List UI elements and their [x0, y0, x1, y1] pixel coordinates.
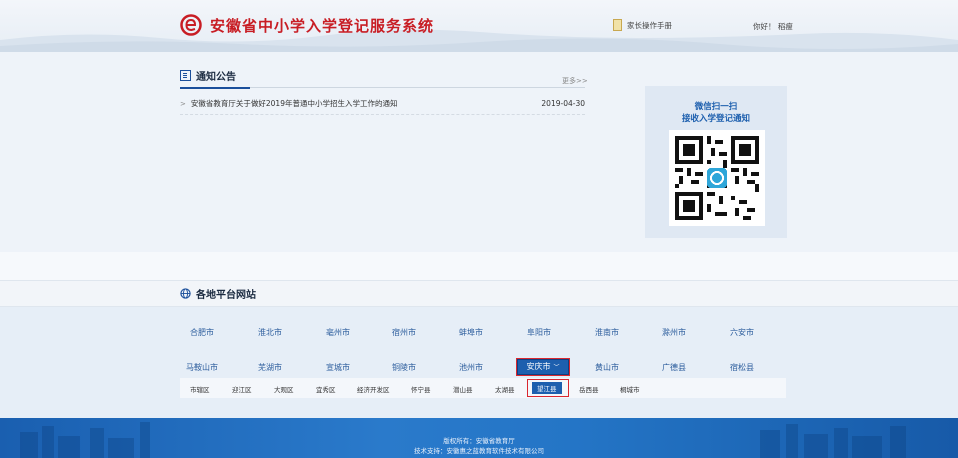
- page-footer: 版权所有：安徽省教育厅 技术支持：安徽惠之蓝教育软件技术有限公司: [0, 418, 958, 458]
- notice-divider: [180, 86, 585, 89]
- parent-manual-label: 家长操作手册: [627, 20, 672, 30]
- notice-item-divider: [180, 114, 585, 115]
- district-link[interactable]: 宜秀区: [316, 384, 336, 394]
- city-link[interactable]: 宿松县: [708, 362, 776, 373]
- user-greeting[interactable]: 你好！ 稻瘦: [753, 21, 793, 32]
- notice-list-item[interactable]: > 安徽省教育厅关于做好2019年普通中小学招生入学工作的通知 2019-04-…: [180, 98, 585, 109]
- qr-code-icon: [675, 136, 759, 220]
- city-links-area: 合肥市 淮北市 亳州市 宿州市 蚌埠市 阜阳市 淮南市 滁州市 六安市 马鞍山市…: [0, 307, 958, 418]
- city-link[interactable]: 亳州市: [304, 327, 372, 338]
- logo-e-icon: [180, 14, 202, 36]
- district-link[interactable]: 潜山县: [453, 384, 473, 394]
- district-bar: [180, 378, 786, 398]
- city-link[interactable]: 马鞍山市: [168, 362, 236, 373]
- city-link-selected[interactable]: 安庆市: [517, 359, 569, 375]
- city-link[interactable]: 池州市: [437, 362, 505, 373]
- city-link[interactable]: 宣城市: [304, 362, 372, 373]
- notice-heading: 通知公告: [180, 68, 236, 83]
- wechat-qr-card: 微信扫一扫 接收入学登记通知: [645, 86, 787, 238]
- spacer-band: [0, 252, 958, 280]
- wechat-scan-subtitle: 接收入学登记通知: [681, 114, 750, 124]
- city-link[interactable]: 广德县: [640, 362, 708, 373]
- notice-more-link[interactable]: 更多>>: [562, 76, 588, 86]
- district-link-selected[interactable]: 望江县: [532, 382, 562, 394]
- district-link[interactable]: 太湖县: [495, 384, 515, 394]
- globe-icon: [180, 288, 191, 299]
- district-link[interactable]: 迎江区: [232, 384, 252, 394]
- city-link[interactable]: 六安市: [708, 327, 776, 338]
- city-link[interactable]: 滁州市: [640, 327, 708, 338]
- district-link[interactable]: 岳西县: [579, 384, 599, 394]
- city-link[interactable]: 淮南市: [573, 327, 641, 338]
- district-link[interactable]: 怀宁县: [411, 384, 431, 394]
- wechat-scan-title: 微信扫一扫: [694, 102, 738, 112]
- notice-title: 通知公告: [196, 72, 236, 83]
- district-link[interactable]: 桐城市: [620, 384, 640, 394]
- city-link[interactable]: 蚌埠市: [437, 327, 505, 338]
- notice-list-icon: [180, 70, 191, 81]
- city-link[interactable]: 合肥市: [168, 327, 236, 338]
- document-icon: [613, 19, 622, 31]
- city-link[interactable]: 芜湖市: [236, 362, 304, 373]
- parent-manual-link[interactable]: 家长操作手册: [613, 19, 672, 31]
- city-link[interactable]: 黄山市: [573, 362, 641, 373]
- city-link[interactable]: 阜阳市: [505, 327, 573, 338]
- site-logo[interactable]: 安徽省中小学入学登记服务系统: [180, 14, 434, 36]
- footer-copyright: 版权所有：安徽省教育厅: [443, 437, 515, 445]
- header-mountain-decoration: [0, 29, 958, 52]
- district-link[interactable]: 大观区: [274, 384, 294, 394]
- city-link[interactable]: 铜陵市: [370, 362, 438, 373]
- district-link[interactable]: 市辖区: [190, 384, 210, 394]
- platform-header-bar: [0, 280, 958, 307]
- qr-code: [669, 130, 765, 226]
- platform-title: 各地平台网站: [196, 290, 256, 301]
- site-title: 安徽省中小学入学登记服务系统: [210, 16, 435, 35]
- city-link[interactable]: 宿州市: [370, 327, 438, 338]
- district-link[interactable]: 经济开发区: [357, 384, 390, 394]
- notice-section: 通知公告 更多>> > 安徽省教育厅关于做好2019年普通中小学招生入学工作的通…: [0, 52, 958, 252]
- chevron-right-icon: >: [180, 99, 186, 108]
- notice-item-title[interactable]: 安徽省教育厅关于做好2019年普通中小学招生入学工作的通知: [191, 98, 542, 109]
- footer-tech-support: 技术支持：安徽惠之蓝教育软件技术有限公司: [414, 447, 544, 455]
- notice-item-date: 2019-04-30: [541, 99, 585, 108]
- top-header: 安徽省中小学入学登记服务系统 家长操作手册 你好！ 稻瘦: [0, 0, 958, 52]
- platform-heading: 各地平台网站: [180, 286, 256, 301]
- city-link[interactable]: 淮北市: [236, 327, 304, 338]
